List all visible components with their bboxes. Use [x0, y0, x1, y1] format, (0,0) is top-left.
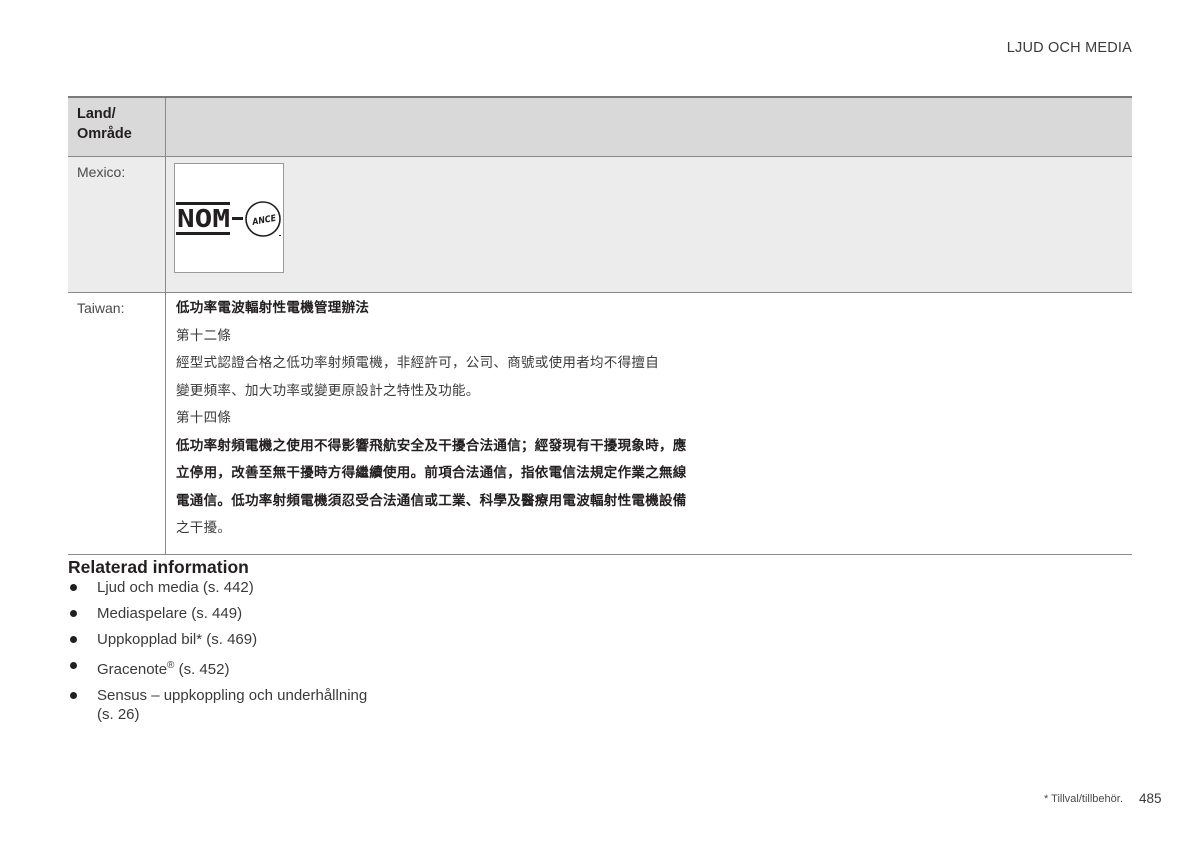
land-cell: Taiwan:: [68, 292, 166, 555]
footer-note: * Tillval/tillbehör.: [1044, 793, 1123, 805]
ance-logo-text: ANCE: [251, 214, 278, 228]
bullet-icon: [70, 662, 77, 669]
certification-table: Land/ Område Mexico: NOM ANCE Taiwan: 低功…: [68, 96, 1132, 555]
land-label: Mexico:: [77, 164, 126, 180]
regulation-line: 變更頻率、加大功率或變更原設計之特性及功能。: [176, 382, 480, 399]
related-link-page: (s. 26): [97, 706, 140, 723]
content-cell: NOM ANCE: [165, 156, 1132, 293]
land-cell: Mexico:: [68, 156, 166, 293]
regulation-line: 電通信。低功率射頻電機須忍受合法通信或工業、科學及醫療用電波輻射性電機設備: [176, 492, 687, 509]
content-cell: 低功率電波輻射性電機管理辦法 第十二條 經型式認證合格之低功率射頻電機，非經許可…: [165, 292, 1132, 555]
article-heading: 第十二條: [176, 327, 232, 344]
nom-logo-text: NOM: [177, 204, 230, 233]
section-title: LJUD OCH MEDIA: [1006, 40, 1132, 56]
related-link-text: Ljud och media (s. 442): [97, 579, 254, 596]
bullet-icon: [70, 584, 77, 591]
related-link[interactable]: Uppkopplad bil* (s. 469): [68, 630, 367, 649]
regulation-title: 低功率電波輻射性電機管理辦法: [176, 300, 370, 316]
bullet-icon: [70, 692, 77, 699]
related-link[interactable]: Mediaspelare (s. 449): [68, 604, 367, 623]
header-content-cell: [165, 96, 1132, 157]
article-heading: 第十四條: [176, 410, 232, 426]
related-link-page: (s. 452): [174, 661, 230, 678]
regulation-line: 經型式認證合格之低功率射頻電機，非經許可，公司、商號或使用者均不得擅自: [176, 355, 659, 371]
regulation-line: 低功率射頻電機之使用不得影響飛航安全及干擾合法通信；經發現有干擾現象時，應: [176, 437, 687, 454]
related-link[interactable]: Ljud och media (s. 442): [68, 578, 367, 597]
related-link[interactable]: Gracenote® (s. 452): [68, 656, 367, 679]
page-number: 485: [1139, 791, 1162, 806]
related-link[interactable]: Sensus – uppkoppling och underhållning (…: [68, 686, 367, 724]
table-header-row: Land/ Område: [68, 96, 1132, 157]
nom-ance-logo: NOM ANCE: [174, 163, 284, 273]
regulation-line: 立停用，改善至無干擾時方得繼續使用。前項合法通信，指依電信法規定作業之無線: [176, 465, 687, 481]
related-link-text: Mediaspelare (s. 449): [97, 605, 243, 622]
bullet-icon: [70, 610, 77, 617]
taiwan-regulation-text: 低功率電波輻射性電機管理辦法 第十二條 經型式認證合格之低功率射頻電機，非經許可…: [166, 293, 1132, 546]
related-link-text: Sensus – uppkoppling och underhållning: [97, 687, 368, 704]
header-land-label: Land/ Område: [77, 106, 132, 142]
header-land-cell: Land/ Område: [68, 96, 166, 157]
table-row-mexico: Mexico: NOM ANCE: [68, 156, 1132, 293]
land-label: Taiwan:: [77, 300, 125, 316]
nom-ance-logo-icon: NOM ANCE: [176, 201, 281, 237]
related-info-heading: Relaterad information: [68, 557, 249, 577]
related-link-text: Gracenote: [97, 661, 168, 678]
regulation-line: 之干擾。: [176, 520, 232, 536]
bullet-icon: [70, 636, 77, 643]
related-link-text: Uppkopplad bil* (s. 469): [97, 631, 258, 648]
related-info-list: Ljud och media (s. 442) Mediaspelare (s.…: [68, 578, 367, 731]
table-row-taiwan: Taiwan: 低功率電波輻射性電機管理辦法 第十二條 經型式認證合格之低功率射…: [68, 292, 1132, 555]
